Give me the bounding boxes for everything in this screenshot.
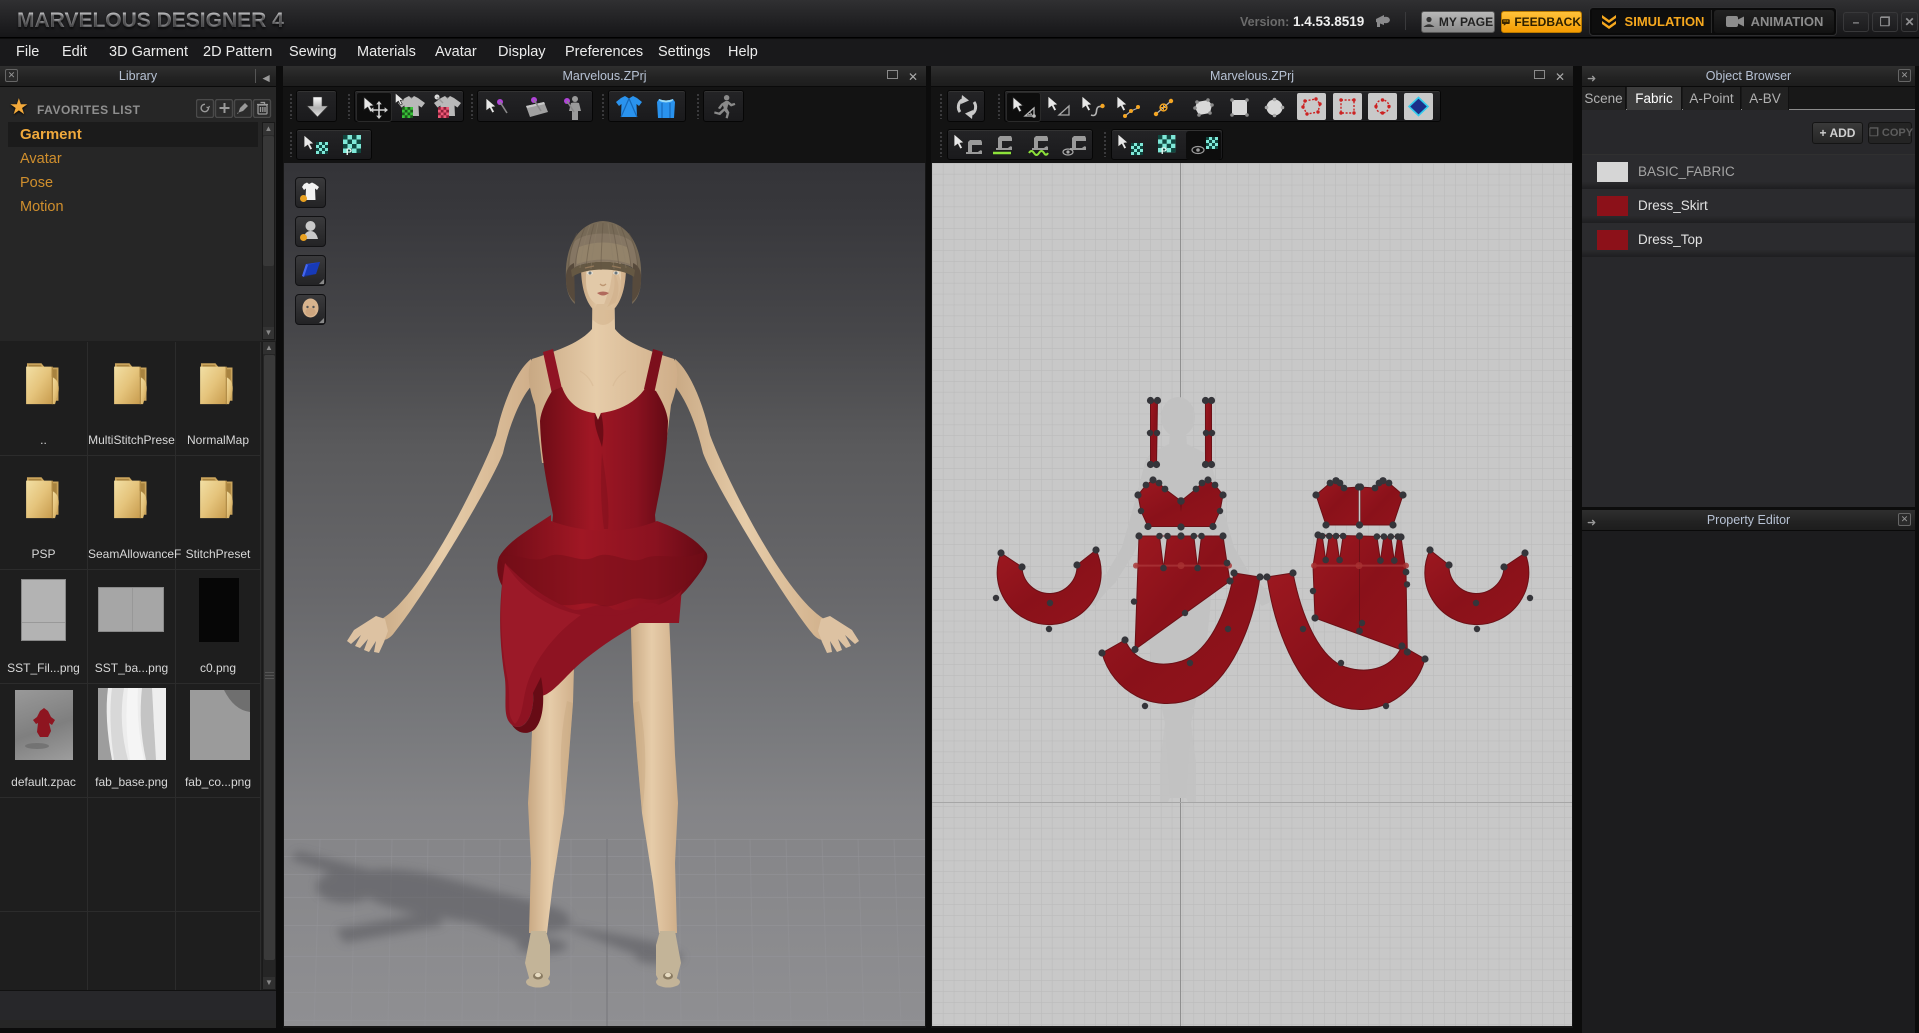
svg-text:P: P <box>346 147 352 157</box>
svg-text:P: P <box>1161 146 1167 156</box>
